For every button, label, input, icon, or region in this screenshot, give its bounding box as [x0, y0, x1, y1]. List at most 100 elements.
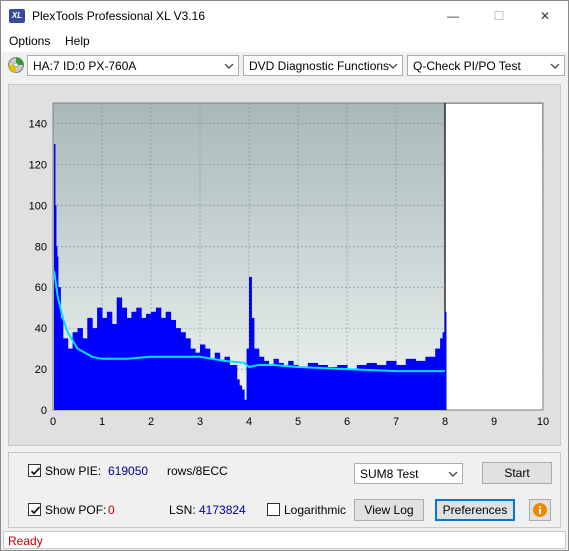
- pie-bar: [273, 358, 279, 410]
- x-tick-label: 9: [491, 416, 497, 428]
- pie-bar: [253, 348, 260, 410]
- check-icon: [30, 467, 41, 476]
- y-tick-label: 120: [29, 159, 47, 171]
- x-tick-label: 4: [246, 416, 252, 428]
- pie-bar: [386, 360, 397, 410]
- pie-bar: [146, 313, 152, 410]
- y-tick-label: 0: [41, 405, 47, 417]
- pie-bar: [337, 364, 348, 410]
- pie-bar: [141, 317, 147, 410]
- x-tick-label: 6: [344, 416, 350, 428]
- pie-bar: [111, 324, 118, 410]
- pie-bar: [151, 311, 157, 410]
- view-log-button[interactable]: View Log: [354, 499, 424, 521]
- test-mode-value: SUM8 Test: [360, 467, 419, 481]
- pie-bar: [263, 360, 270, 410]
- pie-bar: [116, 297, 123, 410]
- lsn-label: LSN:: [169, 503, 196, 517]
- show-pie-checkbox[interactable]: [28, 464, 41, 477]
- x-tick-label: 8: [442, 416, 448, 428]
- show-pof-label: Show POF:: [45, 503, 107, 517]
- app-window: XL PlexTools Professional XL V3.16 — ☐ ✕…: [0, 0, 569, 551]
- y-tick-label: 80: [35, 241, 47, 253]
- pie-bar: [405, 358, 417, 410]
- x-tick-label: 10: [537, 416, 549, 428]
- pie-bar: [224, 356, 230, 410]
- chart-panel: 0 1 2 3 4 5 6 7 8 9 10 0 20 40 60 80 100 120 140: [8, 84, 561, 446]
- pie-bar: [67, 348, 74, 410]
- function-select-value: DVD Diagnostic Functions: [249, 59, 390, 73]
- x-tick-label: 0: [50, 416, 56, 428]
- x-tick-label: 7: [393, 416, 399, 428]
- controls-panel: Show PIE: 619050 rows/8ECC Show POF: 0 L…: [8, 452, 561, 528]
- pie-bar: [170, 319, 176, 410]
- rows-label: rows/8ECC: [167, 464, 228, 478]
- minimize-button[interactable]: —: [430, 1, 476, 32]
- x-tick-label: 1: [99, 416, 105, 428]
- pie-bar: [190, 348, 196, 410]
- menu-options[interactable]: Options: [9, 34, 50, 48]
- x-tick-label: 5: [295, 416, 301, 428]
- unscanned-region: [445, 104, 542, 409]
- lsn-value: 4173824: [199, 503, 246, 517]
- test-mode-select[interactable]: SUM8 Test: [354, 463, 463, 484]
- pie-bar: [376, 364, 387, 410]
- pie-bar: [425, 356, 436, 410]
- pie-bar: [356, 364, 368, 410]
- pie-bar: [288, 360, 294, 410]
- pie-bar: [293, 364, 299, 410]
- preferences-button[interactable]: Preferences: [435, 499, 515, 521]
- pie-bar: [278, 362, 284, 410]
- pie-bar: [317, 364, 328, 410]
- pie-bar: [283, 364, 289, 410]
- logarithmic-checkbox[interactable]: [267, 503, 280, 516]
- status-text: Ready: [8, 534, 43, 548]
- pie-bar: [445, 311, 447, 410]
- drive-select[interactable]: HA:7 ID:0 PX-760A: [27, 55, 239, 76]
- pie-bar: [298, 367, 309, 410]
- title-bar: XL PlexTools Professional XL V3.16 — ☐ ✕: [1, 1, 568, 32]
- chevron-down-icon: [224, 63, 234, 69]
- pie-value: 619050: [108, 464, 149, 478]
- pie-bar: [77, 328, 83, 410]
- start-button[interactable]: Start: [482, 462, 552, 484]
- check-icon: [30, 506, 41, 515]
- y-tick-label: 40: [35, 323, 47, 335]
- pie-bar: [126, 317, 132, 410]
- pie-bar: [165, 311, 172, 410]
- pie-bar: [87, 317, 93, 410]
- y-tick-label: 100: [29, 200, 47, 212]
- y-tick-label: 60: [35, 282, 47, 294]
- show-pof-checkbox[interactable]: [28, 503, 41, 516]
- pie-bar: [214, 352, 221, 410]
- pie-bar: [229, 364, 235, 410]
- pof-value: 0: [108, 503, 115, 517]
- pie-bar: [415, 360, 426, 410]
- pie-bar: [160, 317, 167, 410]
- info-icon: [533, 503, 547, 517]
- test-select[interactable]: Q-Check PI/PO Test: [407, 55, 565, 76]
- function-select[interactable]: DVD Diagnostic Functions: [243, 55, 403, 76]
- pie-bar: [209, 358, 216, 410]
- close-button[interactable]: ✕: [522, 1, 568, 32]
- pie-bar: [185, 338, 191, 410]
- pie-bar: [131, 311, 137, 410]
- pie-bar: [155, 307, 162, 410]
- pie-bar: [62, 338, 69, 410]
- menu-help[interactable]: Help: [65, 34, 90, 48]
- maximize-button[interactable]: ☐: [476, 1, 522, 32]
- pie-bar: [219, 360, 225, 410]
- x-tick-label: 2: [148, 416, 154, 428]
- menu-bar: Options Help: [1, 32, 568, 52]
- drive-select-value: HA:7 ID:0 PX-760A: [33, 59, 137, 73]
- chevron-down-icon: [388, 63, 398, 69]
- x-tick-label: 3: [197, 416, 203, 428]
- chevron-down-icon: [550, 63, 560, 69]
- pie-bar: [82, 338, 88, 410]
- drive-icon: [8, 57, 24, 73]
- info-button[interactable]: [529, 499, 551, 521]
- pie-bar: [175, 328, 181, 410]
- pie-bar: [200, 344, 206, 410]
- y-tick-label: 140: [29, 118, 47, 130]
- y-tick-label: 20: [35, 364, 47, 376]
